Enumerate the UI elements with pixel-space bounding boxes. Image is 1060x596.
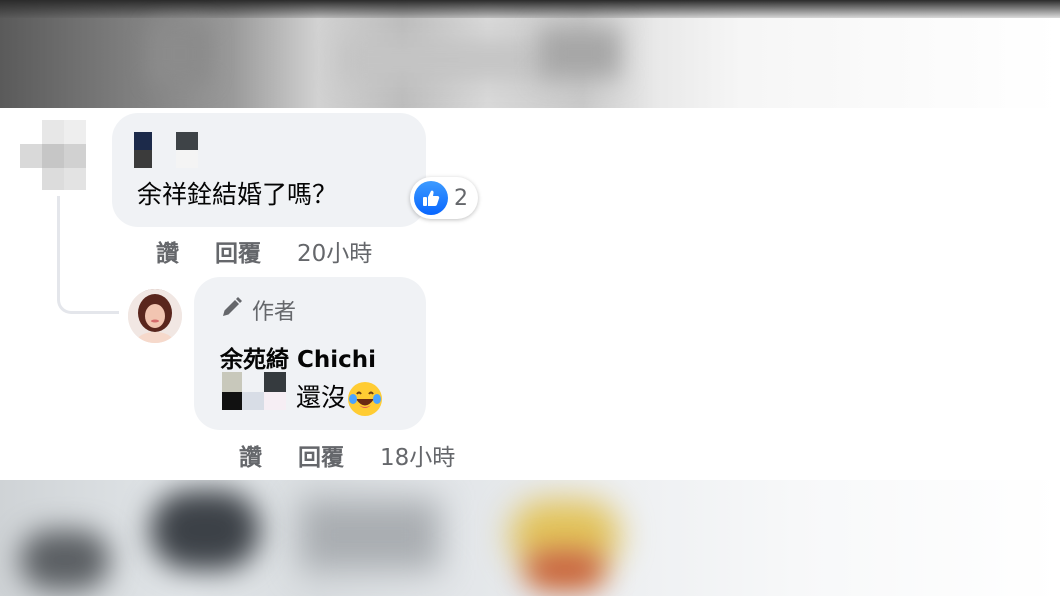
like-button[interactable]: 讚 [239,438,262,472]
comment-text: 余祥銓結婚了嗎？ [137,180,338,209]
blurred-header-region [0,0,1060,108]
mentioned-name-pixelated[interactable] [222,372,290,410]
like-thumb-icon [414,181,448,215]
comment-actions: 讚 回覆 20小時 [156,234,372,268]
reply-actions: 讚 回覆 18小時 [239,438,455,472]
author-badge: 作者 [220,294,296,326]
reply-button[interactable]: 回覆 [215,234,261,268]
reply-thread-line [57,196,119,314]
pencil-icon [220,295,244,325]
author-avatar[interactable] [128,289,182,343]
reaction-summary[interactable]: 2 [410,177,478,219]
reply-button[interactable]: 回覆 [298,438,344,472]
like-button[interactable]: 讚 [156,234,179,268]
commenter-name-pixelated[interactable] [134,132,200,168]
author-badge-label: 作者 [252,300,297,325]
reply-timestamp[interactable]: 18小時 [380,438,455,472]
laughing-tears-emoji [348,382,383,416]
reply-author-name[interactable]: 余苑綺 Chichi [220,340,376,374]
commenter-avatar-pixelated[interactable] [20,116,88,192]
comment-timestamp[interactable]: 20小時 [297,234,372,268]
reply-text-content: 還沒 [296,383,347,412]
reply-text: 還沒 [296,378,383,416]
blurred-footer-region [0,480,1060,596]
reaction-count: 2 [454,185,468,211]
